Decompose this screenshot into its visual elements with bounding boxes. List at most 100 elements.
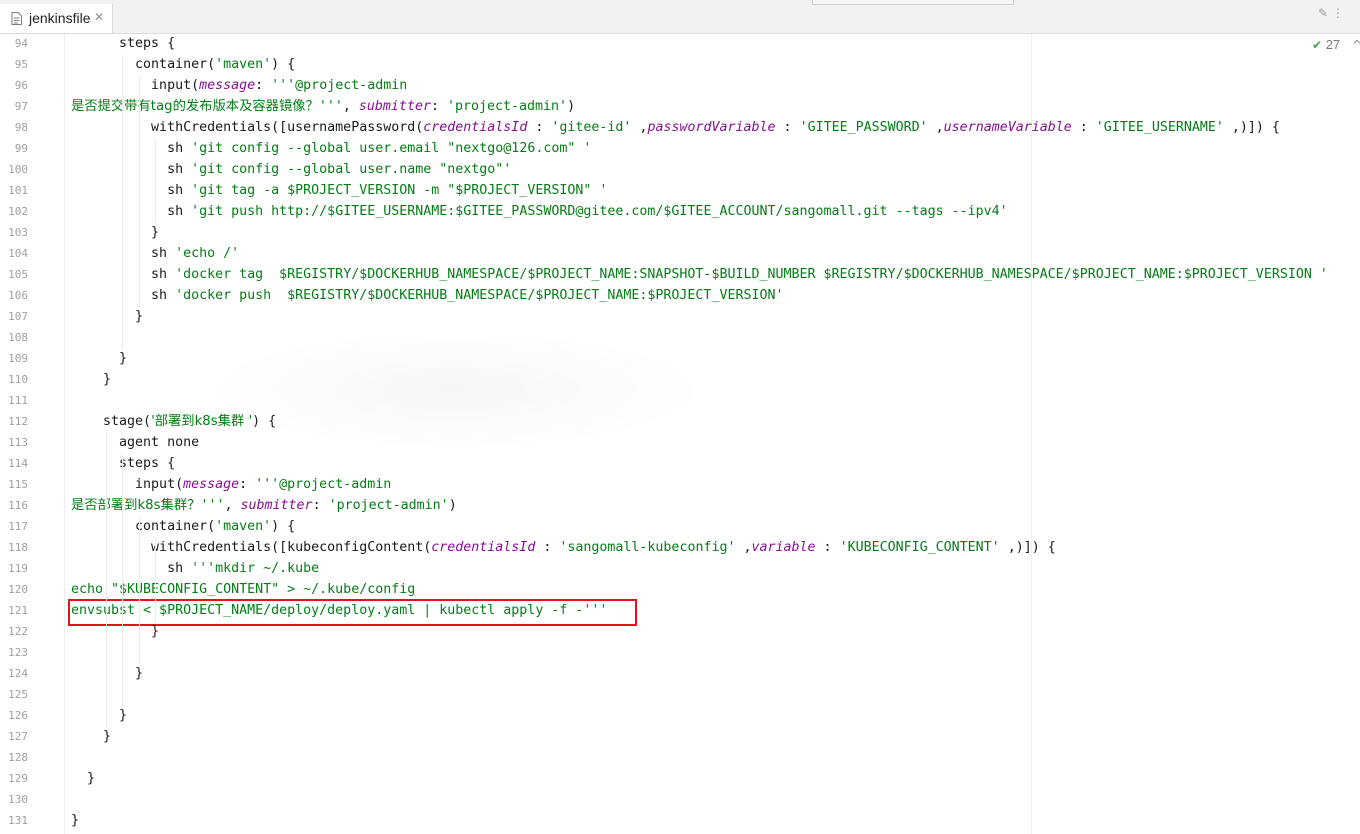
code-line: agent none (71, 432, 199, 453)
line-number: 98 (14, 121, 28, 134)
code-token: input( (71, 78, 200, 93)
code-token: , (735, 540, 752, 555)
line-number: 121 (8, 604, 28, 617)
code-line: } (71, 810, 79, 831)
code-token: } (71, 771, 96, 786)
code-parameter: message (199, 78, 256, 93)
code-parameter: credentialsId (423, 120, 528, 135)
code-string: 是否提交带有tag的发布版本及容器镜像？ (71, 99, 319, 114)
code-string: 'maven' (215, 57, 272, 72)
editor-tab-jenkinsfile[interactable]: jenkinsfile ✕ (0, 4, 113, 33)
indent-guide (139, 517, 140, 664)
code-token: sh (71, 141, 192, 156)
indent-guide (122, 55, 123, 349)
code-line: sh 'docker push $REGISTRY/$DOCKERHUB_NAM… (71, 285, 783, 306)
code-line: envsubst < $PROJECT_NAME/deploy/deploy.y… (71, 600, 607, 621)
code-line: container('maven') { (71, 516, 295, 537)
checkmark-icon: ✔ (1312, 38, 1323, 52)
code-token: ) { (252, 414, 277, 429)
code-token: : (239, 477, 256, 492)
line-number: 119 (8, 562, 28, 575)
code-token: } (71, 372, 112, 387)
line-number: 117 (8, 520, 28, 533)
inspection-count: 27 (1325, 37, 1341, 52)
code-string: 是否部署到k8s集群？ (71, 498, 201, 513)
code-line: sh 'git push http://$GITEE_USERNAME:$GIT… (71, 201, 1008, 222)
code-string: '部署到k8s集群 ' (151, 414, 253, 429)
line-number: 122 (8, 625, 28, 638)
close-icon[interactable]: ✕ (94, 10, 104, 24)
file-icon (11, 12, 22, 25)
line-number: 112 (8, 415, 28, 428)
code-string: 'sangomall-kubeconfig' (559, 540, 736, 555)
code-parameter: credentialsId (431, 540, 536, 555)
code-token: } (71, 729, 112, 744)
code-parameter: submitter (240, 498, 313, 513)
code-line: container('maven') { (71, 54, 295, 75)
tab-filename: jenkinsfile (29, 10, 91, 26)
line-number: 100 (8, 163, 28, 176)
code-token: : (815, 540, 840, 555)
code-parameter: passwordVariable (647, 120, 776, 135)
right-margin-guide (1031, 34, 1032, 834)
code-string: ''' (318, 99, 343, 114)
line-number: 109 (8, 352, 28, 365)
indent-guide (155, 139, 156, 223)
line-number: 130 (8, 793, 28, 806)
code-string: 'git tag -a $PROJECT_VERSION -m "$PROJEC… (191, 183, 608, 198)
line-number: 126 (8, 709, 28, 722)
inspection-widget[interactable]: ✔ 27 (1312, 37, 1340, 52)
line-number: 96 (14, 79, 28, 92)
code-string: 'echo /' (175, 246, 240, 261)
line-number: 123 (8, 646, 28, 659)
line-number: 118 (8, 541, 28, 554)
line-number: 101 (8, 184, 28, 197)
code-line: sh '''mkdir ~/.kube (71, 558, 319, 579)
code-token: : (527, 120, 552, 135)
code-token: ) (567, 99, 576, 114)
code-token: ,)]) { (1223, 120, 1280, 135)
code-token: : (1071, 120, 1096, 135)
code-token: } (71, 225, 160, 240)
line-number: 125 (8, 688, 28, 701)
indent-guide (106, 433, 107, 727)
code-token: sh (71, 288, 176, 303)
line-number: 102 (8, 205, 28, 218)
code-string: '''mkdir ~/.kube (191, 561, 320, 576)
code-token: steps { (71, 36, 176, 51)
code-string: 'docker tag $REGISTRY/$DOCKERHUB_NAMESPA… (175, 267, 1328, 282)
code-line: input(message: '''@project-admin (71, 474, 391, 495)
code-token: sh (71, 561, 192, 576)
code-line: } (71, 705, 127, 726)
indent-guide (155, 538, 156, 622)
editor-tab-bar: jenkinsfile ✕ ✎ ⋮ (0, 0, 1360, 34)
code-line: sh 'git tag -a $PROJECT_VERSION -m "$PRO… (71, 180, 607, 201)
code-line: sh 'echo /' (71, 243, 239, 264)
code-line: withCredentials([usernamePassword(creden… (71, 117, 1280, 138)
line-number: 111 (8, 394, 28, 407)
code-token: , (224, 498, 241, 513)
line-number: 131 (8, 814, 28, 827)
code-string: '''@project-admin (271, 78, 408, 93)
editor-toolbar-icons[interactable]: ✎ ⋮ (1318, 6, 1344, 20)
code-line: 是否提交带有tag的发布版本及容器镜像？''', submitter: 'pro… (71, 96, 575, 117)
code-token: sh (71, 267, 176, 282)
code-parameter: variable (751, 540, 816, 555)
code-string: 'project-admin' (446, 99, 568, 114)
line-number: 128 (8, 751, 28, 764)
chevron-up-icon[interactable]: ^ (1352, 38, 1360, 52)
code-token: sh (71, 162, 192, 177)
code-line: stage('部署到k8s集群 ') { (71, 411, 276, 432)
code-token: sh (71, 204, 192, 219)
code-token: sh (71, 246, 176, 261)
code-token: withCredentials([usernamePassword( (71, 120, 424, 135)
line-number: 108 (8, 331, 28, 344)
code-token: : (775, 120, 800, 135)
code-string: 'GITEE_PASSWORD' (799, 120, 928, 135)
line-number: 113 (8, 436, 28, 449)
code-string: 'KUBECONFIG_CONTENT' (839, 540, 1000, 555)
code-token: ) { (271, 519, 296, 534)
code-line: } (71, 621, 159, 642)
line-number: 120 (8, 583, 28, 596)
code-line: sh 'docker tag $REGISTRY/$DOCKERHUB_NAME… (71, 264, 1328, 285)
